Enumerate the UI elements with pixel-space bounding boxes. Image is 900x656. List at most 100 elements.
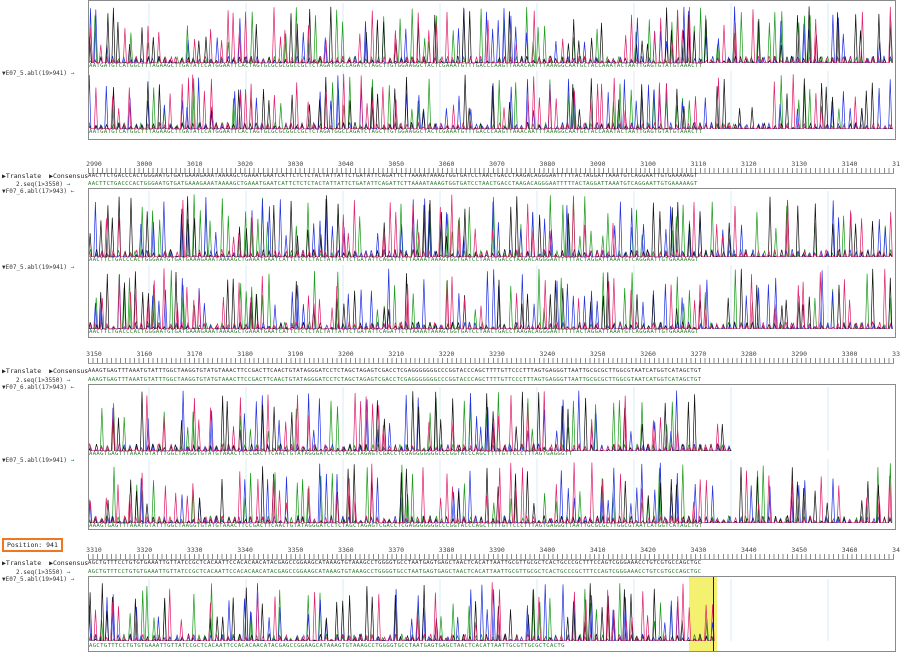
chromatogram-panel[interactable]: AACTTCTGACCCACTGGGAATGTGATGAAAGAAATAAAAG… (88, 188, 896, 338)
read-sequence: AACTTCTGACCCACTGGGAATGTGATGAAAGAAATAAAAG… (89, 329, 699, 335)
chromatogram-trace (89, 459, 893, 523)
forward-arrow-icon: → (66, 569, 71, 576)
forward-arrow-icon: → (66, 181, 71, 188)
read-label-2seq[interactable]: 2.seq(1>3550) → (16, 181, 70, 188)
ruler-label: 3430 (690, 546, 707, 554)
ruler-label: 3370 (388, 546, 405, 554)
read-label-e07[interactable]: ▼E07_5.abl(19>941) → (2, 457, 74, 464)
read-name: ▼E07_5.abl(19>941) (2, 457, 68, 464)
trace-g (89, 268, 893, 329)
ruler-label: 3300 (841, 350, 858, 358)
trace-a (89, 268, 892, 329)
trace-g (89, 391, 732, 451)
chromatogram-panel[interactable]: AATGATGTCATGGCTTTAGAAGCTTGATATCCATGGAATT… (88, 0, 896, 140)
read-sequence: AACTTCTGACCCACTGGGAATGTGATGAAAGAAATAAAAG… (88, 181, 698, 187)
ruler-label: 3330 (186, 546, 203, 554)
ruler-label: 3230 (489, 350, 505, 358)
ruler-label: 3010 (186, 160, 203, 168)
forward-arrow-icon: → (66, 377, 71, 384)
ruler-label: 3260 (640, 350, 656, 358)
chromatogram-trace (89, 265, 894, 329)
position-ruler: 3310 3320 3330 3340 3350 3360 3370 3380 3390 3400… (86, 546, 900, 560)
ruler-label: 3180 (237, 350, 253, 358)
alignment-block-2: 2990 3000 3010 3020 3030 3040 3050 3060 3070 3080… (0, 160, 900, 340)
ruler-label: 3240 (539, 350, 556, 358)
ruler-label: 3170 (186, 350, 203, 358)
ruler-label: 3100 (640, 160, 656, 168)
chromatogram-panel[interactable]: AAAGTGAGTTTAAATGTATTTGGCTAAGGTGTATGTAAAC… (88, 384, 896, 530)
read-name: ▼E07_5.abl(19>941) (2, 576, 68, 583)
read-name: ▼E07_5.abl(19>941) (2, 264, 68, 271)
chromatogram-trace (89, 387, 829, 451)
ruler-label: 3460 (841, 546, 858, 554)
toolbar: ▶Translate ▶Consensus (2, 559, 92, 567)
read-label-2seq[interactable]: 2.seq(1>3550) → (16, 569, 70, 576)
toolbar: ▶Translate ▶Consensus (2, 172, 92, 180)
read-sequence: AATGATGTCATGGCTTTAGAAGCTTGATATCCATGGAATT… (89, 63, 703, 69)
read-label-2seq[interactable]: 2.seq(1>3550) → (16, 377, 70, 384)
trace-a (89, 75, 892, 129)
trace-c (89, 268, 894, 329)
ruler-label: 3280 (741, 350, 757, 358)
ruler-label: 3050 (388, 160, 405, 168)
translate-button[interactable]: ▶Translate (2, 367, 41, 375)
trace-a (89, 583, 714, 641)
read-name: 2.seq(1>3550) (16, 569, 63, 576)
ruler-label: 3290 (791, 350, 808, 358)
ruler-label: 3120 (741, 160, 757, 168)
forward-arrow-icon: → (70, 576, 75, 583)
cursor-line (713, 577, 714, 651)
translate-button[interactable]: ▶Translate (2, 559, 41, 567)
reverse-arrow-icon: ← (70, 188, 75, 195)
ruler-label: 3440 (741, 546, 757, 554)
read-sequence: AAAGTGAGTTTAAATGTATTTGGCTAAGGTGTATGTAAAC… (89, 451, 573, 457)
ruler-label: 2990 (86, 160, 102, 168)
ruler-label: 3090 (589, 160, 606, 168)
consensus-button[interactable]: ▶Consensus (49, 367, 88, 375)
chromatogram-trace (89, 579, 829, 641)
ruler-label: 3200 (338, 350, 354, 358)
ruler-label: 3020 (237, 160, 253, 168)
forward-arrow-icon: → (70, 264, 75, 271)
read-label-e07[interactable]: ▼E07_5.abl(19>941) → (2, 70, 74, 77)
ruler-label: 3080 (539, 160, 556, 168)
read-sequence: AGCTGTTTCCTGTGTGAAATTGTTATCCGCTCACAATTCC… (88, 569, 702, 575)
trace-a (89, 463, 893, 523)
read-label-e07[interactable]: ▼E07_5.abl(19>941) → (2, 576, 74, 583)
trace-t (89, 6, 893, 63)
forward-arrow-icon: → (70, 70, 75, 77)
ruler-label: 3220 (438, 350, 455, 358)
ruler-label: 3030 (287, 160, 304, 168)
read-label-f07[interactable]: ▼F07_6.abl(17>943) ← (2, 188, 74, 195)
position-ruler: 2990 3000 3010 3020 3030 3040 3050 3060 3070 3080… (86, 160, 900, 174)
read-name: ▼F07_6.abl(17>943) (2, 188, 68, 195)
chromatogram-trace (89, 191, 893, 257)
consensus-button[interactable]: ▶Consensus (49, 559, 88, 567)
ruler-label: 3210 (388, 350, 405, 358)
ruler-label: 3150 (86, 350, 102, 358)
ruler-label: 3380 (438, 546, 455, 554)
read-label-f07[interactable]: ▼F07_6.abl(17>943) ← (2, 384, 74, 391)
consensus-button[interactable]: ▶Consensus (49, 172, 88, 180)
translate-button[interactable]: ▶Translate (2, 172, 41, 180)
ruler-label: 3110 (690, 160, 707, 168)
read-sequence: AAAGTGAGTTTAAATGTATTTGGCTAAGGTGTATGTAAAC… (88, 377, 702, 383)
alignment-block-4: 3310 3320 3330 3340 3350 3360 3370 3380 3390 3400… (0, 546, 900, 654)
consensus-sequence: AACTTCTGACCCACTGGGAATGTGATGAAAGAAATAAAAG… (88, 173, 698, 179)
ruler-label: 3190 (287, 350, 304, 358)
ruler-label: 3140 (841, 160, 858, 168)
consensus-sequence: AGCTGTTTCCTGTGTGAAATTGTTATCCGCTCACAATTCC… (88, 560, 702, 566)
ruler-label: 3420 (640, 546, 656, 554)
read-label-e07[interactable]: ▼E07_5.abl(19>941) → (2, 264, 74, 271)
read-sequence: AACTTCTGACCCACTGGGAATGTGATGAAAGAAATAAAAG… (89, 257, 699, 263)
chromatogram-panel[interactable]: AGCTGTTTCCTGTGTGAAATTGTTATCCGCTCACAATTCC… (88, 576, 896, 652)
alignment-block-1: AATGATGTCATGGCTTTAGAAGCTTGATATCCATGGAATT… (0, 0, 900, 140)
forward-arrow-icon: → (70, 457, 75, 464)
ruler-label: 3320 (136, 546, 153, 554)
ruler-label: 3400 (539, 546, 556, 554)
read-name: ▼F07_6.abl(17>943) (2, 384, 68, 391)
trace-c (89, 462, 892, 523)
ruler-label: 3000 (136, 160, 153, 168)
ruler-label: 3160 (136, 350, 153, 358)
ruler-label: 3040 (338, 160, 354, 168)
